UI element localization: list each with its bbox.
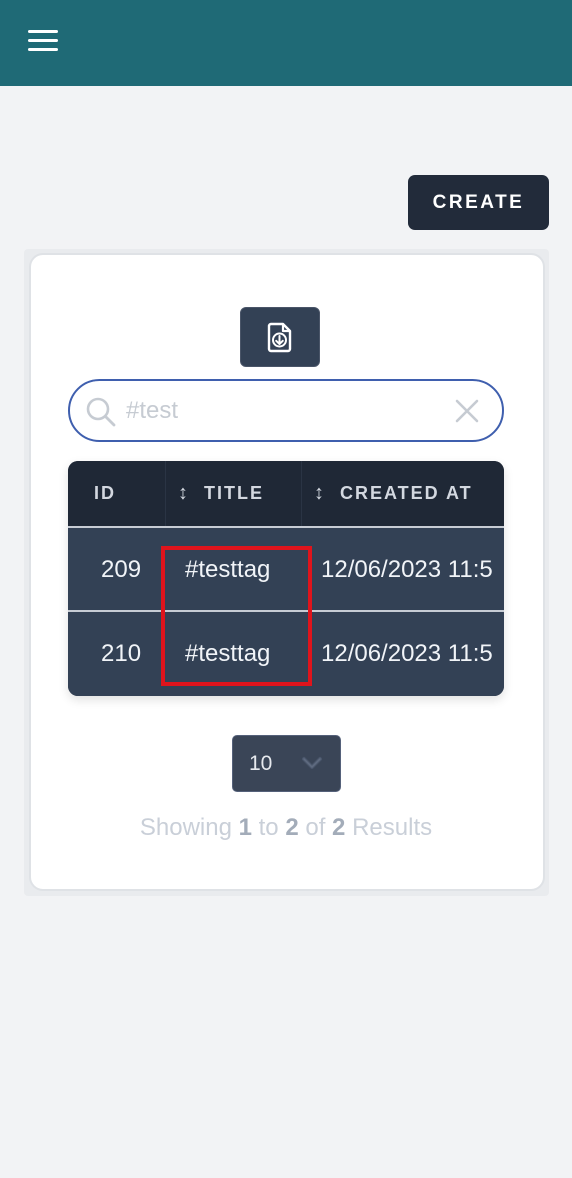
summary-text: Results: [352, 814, 433, 841]
summary-to: 2: [285, 814, 299, 841]
column-header-label: ID: [94, 483, 116, 503]
page-size-select[interactable]: 10: [232, 735, 341, 792]
chevron-down-icon: [302, 757, 322, 769]
highlight-box: [161, 546, 312, 686]
hamburger-menu-icon[interactable]: [28, 29, 58, 53]
column-divider: [165, 461, 166, 526]
column-header-id[interactable]: ID: [94, 461, 116, 526]
column-header-title[interactable]: ↕ TITLE: [178, 461, 264, 526]
sort-icon: ↕: [314, 482, 324, 504]
results-summary: Showing 1 to 2 of 2 Results: [0, 814, 572, 842]
cell-id: 210: [101, 640, 142, 667]
file-download-icon: [267, 322, 292, 353]
summary-from: 1: [238, 814, 252, 841]
sort-icon: ↕: [178, 482, 188, 504]
cell-created-at: 12/06/2023 11:5: [321, 556, 493, 583]
create-button[interactable]: CREATE: [408, 175, 549, 230]
top-app-bar: [0, 0, 572, 86]
cell-id: 209: [101, 556, 142, 583]
summary-text: Showing: [139, 814, 232, 841]
close-icon[interactable]: [452, 396, 482, 426]
column-header-created-at[interactable]: ↕ CREATED AT: [314, 461, 473, 526]
cell-created-at: 12/06/2023 11:5: [321, 640, 493, 667]
table-header: ID ↕ TITLE ↕ CREATED AT: [68, 461, 504, 526]
page-size-value: 10: [249, 752, 273, 775]
export-button[interactable]: [240, 307, 320, 367]
summary-text: of: [305, 814, 326, 841]
search-bar: [68, 379, 504, 442]
summary-total: 2: [332, 814, 346, 841]
search-input[interactable]: [126, 391, 446, 431]
column-header-label: TITLE: [204, 483, 264, 503]
summary-text: to: [258, 814, 279, 841]
column-divider: [301, 461, 302, 526]
search-icon: [86, 397, 116, 427]
column-header-label: CREATED AT: [340, 483, 473, 503]
